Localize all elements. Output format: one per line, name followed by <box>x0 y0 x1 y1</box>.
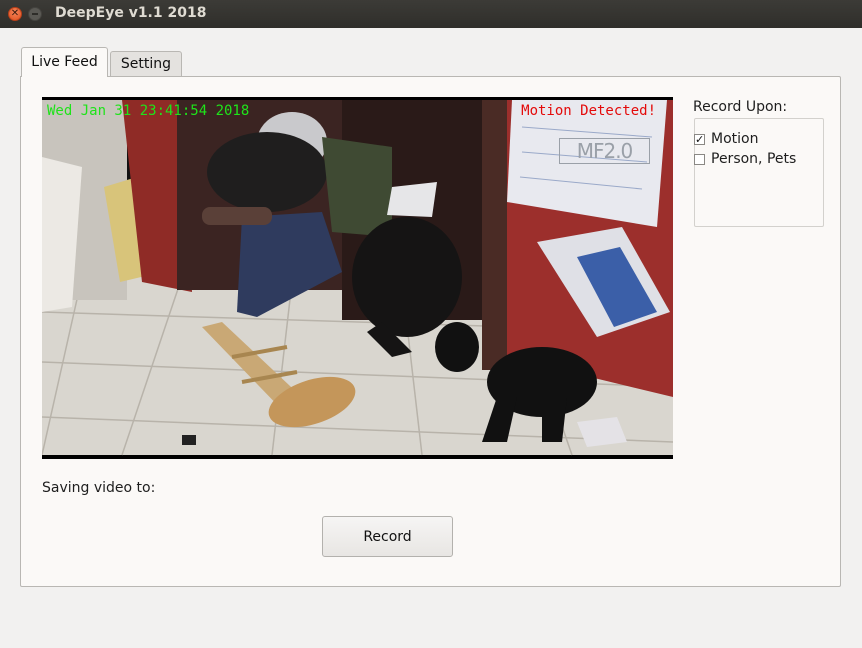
tab-setting-label: Setting <box>120 56 172 72</box>
close-window-button[interactable]: ✕ <box>8 7 22 21</box>
motion-checkbox-row[interactable]: ✓ Motion <box>694 131 758 147</box>
close-icon: ✕ <box>10 8 20 19</box>
motion-detected-overlay: Motion Detected! <box>521 103 656 119</box>
minimize-window-button[interactable] <box>28 7 42 21</box>
tab-live-feed-label: Live Feed <box>31 54 98 70</box>
motion-checkbox[interactable]: ✓ <box>694 132 705 146</box>
camera-watermark-logo: MF2.0 <box>559 138 650 164</box>
checkmark-icon: ✓ <box>695 132 705 146</box>
title-bar: ✕ DeepEye v1.1 2018 <box>0 0 862 28</box>
motion-checkbox-label[interactable]: Motion <box>711 131 758 147</box>
person-pets-checkbox-label[interactable]: Person, Pets <box>711 151 796 167</box>
tab-setting[interactable]: Setting <box>110 51 182 77</box>
video-timestamp-overlay: Wed Jan 31 23:41:54 2018 <box>47 103 250 119</box>
window-title: DeepEye v1.1 2018 <box>55 5 207 21</box>
record-button[interactable]: Record <box>322 516 453 557</box>
person-pets-checkbox-row[interactable]: Person, Pets <box>694 151 796 167</box>
saving-video-label: Saving video to: <box>42 480 156 496</box>
record-upon-label: Record Upon: <box>693 99 788 115</box>
person-pets-checkbox[interactable] <box>694 153 705 165</box>
camera-video-feed: Wed Jan 31 23:41:54 2018 Motion Detected… <box>42 97 673 459</box>
tab-live-feed[interactable]: Live Feed <box>21 47 108 77</box>
